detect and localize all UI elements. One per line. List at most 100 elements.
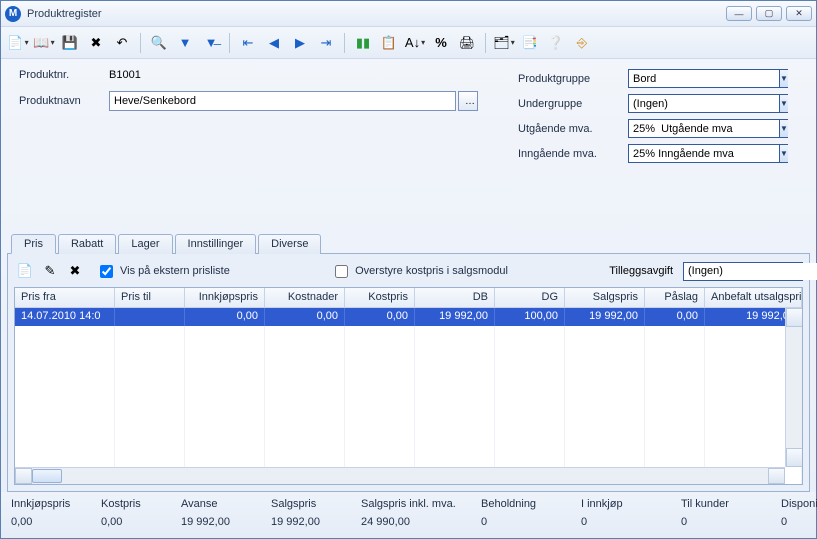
first-icon[interactable]: ⇤ — [237, 32, 259, 54]
produktgruppe-value[interactable] — [629, 70, 779, 87]
titlebar: M Produktregister — ▢ ✕ — [1, 1, 816, 27]
chevron-down-icon[interactable]: ▼ — [779, 70, 788, 87]
inn-mva-label: Inngående mva. — [518, 148, 628, 160]
settings-icon[interactable]: 🗂▾ — [493, 32, 515, 54]
status-beholdning-label: Beholdning — [481, 498, 571, 510]
filter-icon[interactable]: ▼ — [174, 32, 196, 54]
chart-icon[interactable]: ▮▮ — [352, 32, 374, 54]
tab-diverse[interactable]: Diverse — [258, 234, 321, 254]
row-new-icon[interactable]: 📄 — [14, 260, 36, 282]
produktnavn-lookup-button[interactable]: … — [458, 91, 478, 111]
tillegg-value[interactable] — [684, 263, 817, 280]
status-innkjop-label: Innkjøpspris — [11, 498, 91, 510]
status-avanse-label: Avanse — [181, 498, 261, 510]
close-button[interactable]: ✕ — [786, 6, 812, 21]
grid-row-selected[interactable]: 14.07.2010 14:0 0,00 0,00 0,00 19 992,00… — [15, 308, 802, 326]
window-title: Produktregister — [27, 8, 722, 20]
open-icon[interactable]: 📖▾ — [33, 32, 55, 54]
col-dg[interactable]: DG — [495, 288, 565, 307]
save-icon[interactable]: 💾 — [59, 32, 81, 54]
last-icon[interactable]: ⇥ — [315, 32, 337, 54]
prev-icon[interactable]: ◀ — [263, 32, 285, 54]
next-icon[interactable]: ▶ — [289, 32, 311, 54]
main-toolbar: 📄▾ 📖▾ 💾 ✖ ↶ 🔍 ▼ ▼̶ ⇤ ◀ ▶ ⇥ ▮▮ 📋 A↓▾ % 🖨 … — [1, 27, 816, 59]
col-anbefalt[interactable]: Anbefalt utsalgspris — [705, 288, 802, 307]
minimize-button[interactable]: — — [726, 6, 752, 21]
vis-ekstern-checkbox[interactable]: Vis på ekstern prisliste — [96, 262, 230, 281]
cell-kostpris[interactable]: 0,00 — [345, 308, 415, 326]
tab-innstillinger[interactable]: Innstillinger — [175, 234, 257, 254]
grid-body-background — [15, 326, 802, 484]
status-iinnkjop-value: 0 — [581, 516, 671, 528]
chevron-down-icon[interactable]: ▼ — [779, 95, 788, 112]
scroll-thumb[interactable] — [32, 469, 62, 483]
new-icon[interactable]: 📄▾ — [7, 32, 29, 54]
overstyre-checkbox[interactable]: Overstyre kostpris i salgsmodul — [331, 262, 508, 281]
col-salgspris[interactable]: Salgspris — [565, 288, 645, 307]
vis-ekstern-label: Vis på ekstern prisliste — [120, 265, 230, 277]
exit-icon[interactable]: ⎆ — [571, 32, 593, 54]
undergruppe-select[interactable]: ▼ — [628, 94, 788, 113]
cell-salgspris[interactable]: 19 992,00 — [565, 308, 645, 326]
delete-icon[interactable]: ✖ — [85, 32, 107, 54]
inn-mva-value[interactable] — [629, 145, 779, 162]
status-salgspris-label: Salgspris — [271, 498, 351, 510]
scroll-left-icon[interactable] — [15, 468, 32, 484]
help-icon[interactable]: ❔ — [545, 32, 567, 54]
sort-icon[interactable]: A↓▾ — [404, 32, 426, 54]
col-kostnader[interactable]: Kostnader — [265, 288, 345, 307]
col-pris-fra[interactable]: Pris fra — [15, 288, 115, 307]
utg-mva-value[interactable] — [629, 120, 779, 137]
produktnavn-label: Produktnavn — [19, 95, 109, 107]
copy-icon[interactable]: 📋 — [378, 32, 400, 54]
col-innkjop[interactable]: Innkjøpspris — [185, 288, 265, 307]
search-icon[interactable]: 🔍 — [148, 32, 170, 54]
horizontal-scrollbar[interactable] — [15, 467, 785, 484]
produktnavn-input[interactable] — [109, 91, 456, 111]
grid-header: Pris fra Pris til Innkjøpspris Kostnader… — [15, 288, 802, 308]
utg-mva-label: Utgående mva. — [518, 123, 628, 135]
cell-dg[interactable]: 100,00 — [495, 308, 565, 326]
cell-pris-til[interactable] — [115, 308, 185, 326]
percent-icon[interactable]: % — [430, 32, 452, 54]
undo-icon[interactable]: ↶ — [111, 32, 133, 54]
status-beholdning-value: 0 — [481, 516, 571, 528]
separator — [140, 33, 141, 53]
tab-rabatt[interactable]: Rabatt — [58, 234, 116, 254]
separator — [485, 33, 486, 53]
row-delete-icon[interactable]: ✖ — [64, 260, 86, 282]
status-disponible-label: Disponible — [781, 498, 817, 510]
chevron-down-icon[interactable]: ▼ — [779, 120, 788, 137]
print-icon[interactable]: 🖨 — [456, 32, 478, 54]
col-kostpris[interactable]: Kostpris — [345, 288, 415, 307]
status-iinnkjop-label: I innkjøp — [581, 498, 671, 510]
filter-clear-icon[interactable]: ▼̶ — [200, 32, 222, 54]
tillegg-select[interactable]: ▼ — [683, 262, 803, 281]
cell-pris-fra[interactable]: 14.07.2010 14:0 — [15, 308, 115, 326]
maximize-button[interactable]: ▢ — [756, 6, 782, 21]
cell-kostnader[interactable]: 0,00 — [265, 308, 345, 326]
app-icon: M — [5, 6, 21, 22]
export-icon[interactable]: 📑 — [519, 32, 541, 54]
status-disponible-value: 0 — [781, 516, 817, 528]
utg-mva-select[interactable]: ▼ — [628, 119, 788, 138]
inn-mva-select[interactable]: ▼ — [628, 144, 788, 163]
col-pris-til[interactable]: Pris til — [115, 288, 185, 307]
col-paslag[interactable]: Påslag — [645, 288, 705, 307]
tab-lager[interactable]: Lager — [118, 234, 172, 254]
produktgruppe-select[interactable]: ▼ — [628, 69, 788, 88]
produktnr-label: Produktnr. — [19, 69, 109, 81]
overstyre-input[interactable] — [335, 265, 348, 278]
scroll-right-icon[interactable] — [768, 468, 785, 484]
cell-innkjop[interactable]: 0,00 — [185, 308, 265, 326]
tab-pris[interactable]: Pris — [11, 234, 56, 254]
cell-db[interactable]: 19 992,00 — [415, 308, 495, 326]
cell-paslag[interactable]: 0,00 — [645, 308, 705, 326]
vis-ekstern-input[interactable] — [100, 265, 113, 278]
col-db[interactable]: DB — [415, 288, 495, 307]
status-tilkunder-value: 0 — [681, 516, 771, 528]
chevron-down-icon[interactable]: ▼ — [779, 145, 788, 162]
undergruppe-value[interactable] — [629, 95, 779, 112]
row-edit-icon[interactable]: ✎ — [39, 260, 61, 282]
vertical-scrollbar[interactable] — [785, 308, 802, 467]
